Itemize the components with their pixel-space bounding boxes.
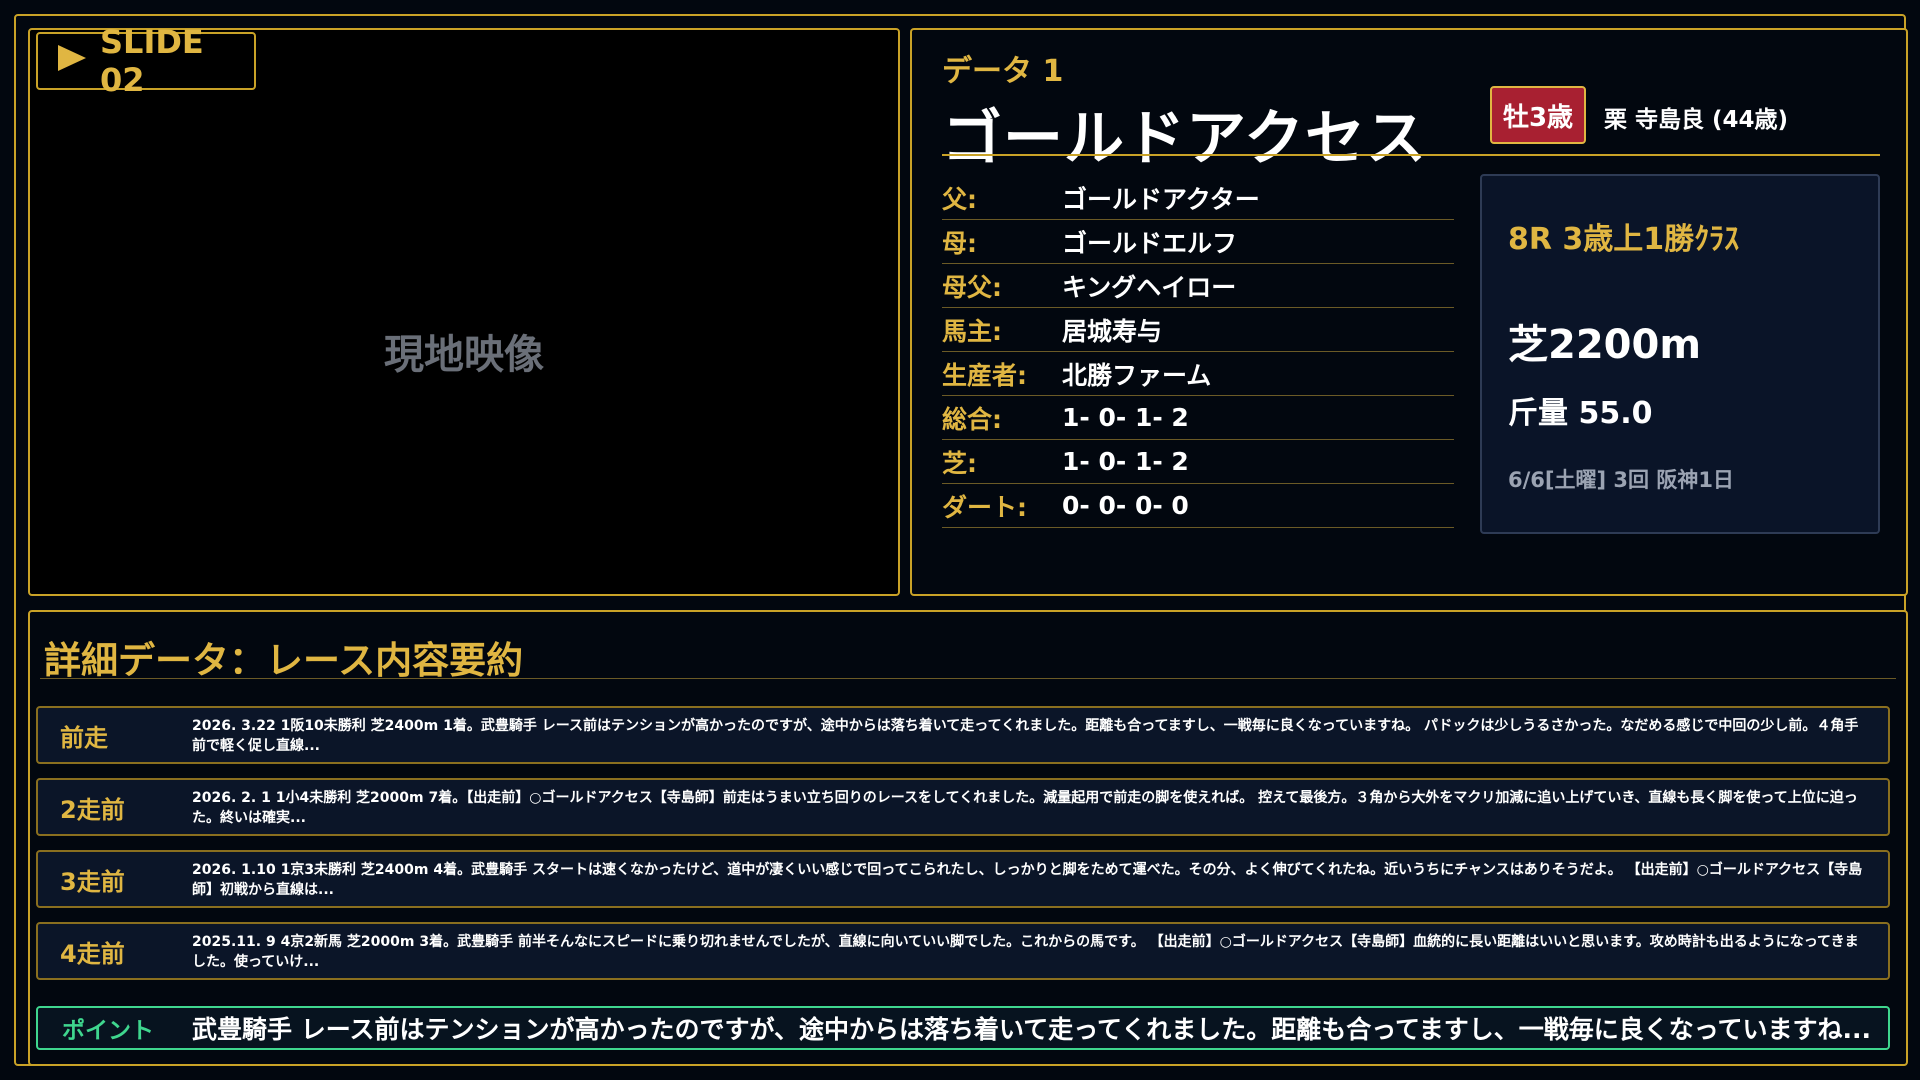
trainer-info: 栗 寺島良 (44歳) [1604,107,1789,133]
info-value: 0- 0- 0- 0 [1062,491,1189,520]
info-row-dam: 母: ゴールドエルフ [942,220,1454,264]
run-row-4-before: 4走前 2025.11. 9 4京2新馬 芝2000m 3着。武豊騎手 前半そん… [36,922,1890,980]
slide-label: SLIDE 02 [100,23,204,99]
info-key: 母父: [942,272,1002,302]
detail-panel: 詳細データ：レース内容要約 前走 2026. 3.22 1阪10未勝利 芝240… [28,610,1908,1066]
race-distance: 芝2200m [1508,322,1702,368]
info-value: 1- 0- 1- 2 [1062,403,1189,432]
point-label: ポイント [62,1018,154,1044]
run-summary: 2026. 3.22 1阪10未勝利 芝2400m 1着。武豊騎手 レース前はテ… [192,718,1859,754]
info-row-breeder: 生産者: 北勝ファーム [942,352,1454,396]
horse-name: ゴールドアクセス [942,104,1427,174]
run-label: 3走前 [60,867,125,896]
race-weight: 斤量 55.0 [1508,396,1653,431]
horse-info-panel: データ 1 ゴールドアクセス 牡3歳 栗 寺島良 (44歳) 父: ゴールドアク… [910,28,1908,596]
info-value: ゴールドエルフ [1062,228,1238,258]
sex-age-badge: 牡3歳 [1490,86,1586,144]
run-summary: 2025.11. 9 4京2新馬 芝2000m 3着。武豊騎手 前半そんなにスピ… [192,934,1859,970]
race-name: 8R 3歳上1勝ｸﾗｽ [1508,222,1740,257]
detail-title: 詳細データ：レース内容要約 [44,639,524,682]
run-label: 前走 [60,723,108,752]
run-label: 2走前 [60,795,125,824]
info-value: 1- 0- 1- 2 [1062,447,1189,476]
run-row-2-before: 2走前 2026. 2. 1 1小4未勝利 芝2000m 7着。【出走前】○ゴー… [36,778,1890,836]
info-key: 父: [942,184,977,214]
run-row-previous: 前走 2026. 3.22 1阪10未勝利 芝2400m 1着。武豊騎手 レース… [36,706,1890,764]
info-row-total-record: 総合: 1- 0- 1- 2 [942,396,1454,440]
info-key: ダート: [942,492,1027,522]
info-value: キングヘイロー [1062,272,1237,302]
info-row-turf-record: 芝: 1- 0- 1- 2 [942,440,1454,484]
run-row-3-before: 3走前 2026. 1.10 1京3未勝利 芝2400m 4着。武豊騎手 スター… [36,850,1890,908]
slide-badge: SLIDE 02 [36,23,256,99]
info-key: 母: [942,228,977,258]
detail-divider [40,678,1896,679]
point-text: 武豊騎手 レース前はテンションが高かったのですが、途中からは落ち着いて走ってくれ… [192,1015,1871,1044]
info-value: ゴールドアクター [1062,184,1260,214]
info-value: 居城寿与 [1062,316,1163,346]
race-info-box: 8R 3歳上1勝ｸﾗｽ 芝2200m 斤量 55.0 6/6[土曜] 3回 阪神… [1480,174,1880,534]
info-row-damsire: 母父: キングヘイロー [942,264,1454,308]
info-row-sire: 父: ゴールドアクター [942,176,1454,220]
pedigree-table: 父: ゴールドアクター 母: ゴールドエルフ 母父: キングヘイロー 馬主: 居… [942,176,1454,528]
point-row: ポイント 武豊騎手 レース前はテンションが高かったのですが、途中からは落ち着いて… [36,1006,1890,1050]
info-value: 北勝ファーム [1062,360,1212,390]
run-summary: 2026. 2. 1 1小4未勝利 芝2000m 7着。【出走前】○ゴールドアク… [192,790,1858,826]
video-panel: SLIDE 02 現地映像 [28,23,900,596]
data-number: データ 1 [942,54,1064,89]
info-key: 総合: [942,404,1002,434]
run-label: 4走前 [60,939,125,968]
info-key: 芝: [942,448,977,478]
info-row-owner: 馬主: 居城寿与 [942,308,1454,352]
name-divider [942,154,1880,156]
run-summary: 2026. 1.10 1京3未勝利 芝2400m 4着。武豊騎手 スタートは速く… [192,862,1863,898]
info-row-dirt-record: ダート: 0- 0- 0- 0 [942,484,1454,528]
video-placeholder-label: 現地映像 [384,332,544,378]
info-key: 馬主: [942,316,1002,346]
info-key: 生産者: [942,360,1027,390]
play-icon [58,45,86,71]
race-date: 6/6[土曜] 3回 阪神1日 [1508,468,1734,492]
